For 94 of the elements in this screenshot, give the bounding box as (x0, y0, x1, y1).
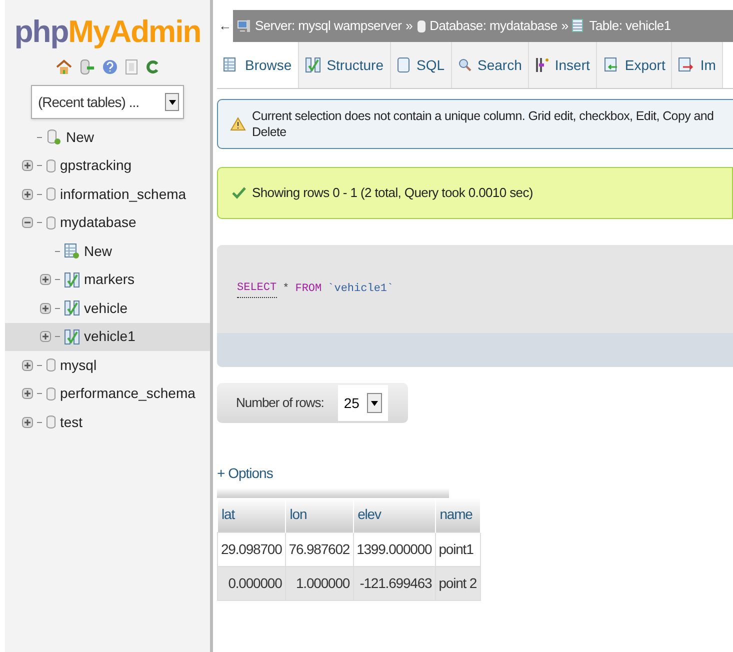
tree-label[interactable]: mydatabase (60, 212, 136, 234)
database-icon (46, 187, 56, 202)
table-add-icon (64, 243, 80, 260)
tree-item[interactable]: New (5, 123, 210, 152)
table-cell: -121.699463 (353, 566, 436, 600)
database-icon (46, 216, 56, 230)
sql-token: * (282, 282, 290, 297)
table-structure-icon (304, 57, 321, 73)
phpmyadmin-logo[interactable]: phpMyAdmin (5, 16, 210, 47)
expand-icon[interactable] (40, 274, 50, 286)
column-header[interactable]: elev (353, 498, 436, 532)
database-icon (416, 20, 426, 32)
success-message: Showing rows 0 - 1 (2 total, Query took 0.0010 sec) (217, 167, 733, 219)
database-icon (46, 158, 56, 173)
reload-icon[interactable] (146, 59, 160, 75)
table-structure-icon (64, 328, 80, 345)
tree-item[interactable]: gpstracking (5, 152, 210, 180)
expand-icon[interactable] (22, 416, 32, 428)
sql-token: FROM (295, 282, 322, 297)
tab[interactable]: Insert (528, 42, 597, 88)
tree-label[interactable]: markers (84, 269, 135, 290)
separator: » (561, 17, 568, 36)
tree-label[interactable]: vehicle (84, 298, 128, 319)
tab[interactable]: Im (672, 42, 723, 88)
tab[interactable]: Structure (298, 42, 390, 88)
expand-icon[interactable] (22, 160, 32, 172)
table-cell: point 2 (435, 566, 480, 600)
sql-token[interactable]: SELECT (237, 280, 277, 298)
rows-label: Number of rows: (236, 394, 324, 412)
collapse-icon[interactable] (22, 217, 32, 228)
tree-label[interactable]: New (84, 240, 112, 262)
insert-row-icon (534, 57, 549, 73)
column-header[interactable]: lon (285, 498, 354, 532)
tab[interactable]: Search (452, 42, 529, 88)
database-icon (46, 386, 56, 401)
database-icon (46, 358, 56, 372)
breadcrumb-link[interactable]: Server: mysql wampserver (255, 16, 402, 36)
table-cell: point1 (435, 532, 480, 566)
import-icon (678, 57, 694, 73)
warning-message: Current selection does not contain a unique column. Grid edit, checkbox, Edit, Copy and Delete (217, 99, 733, 149)
tree-item[interactable]: test (5, 408, 210, 436)
sql-token: `vehicle1` (328, 282, 394, 297)
table-structure-icon (64, 272, 80, 288)
rows-select[interactable]: 25 (338, 385, 388, 421)
database-icon (46, 415, 56, 430)
tree-item[interactable]: mysql (5, 351, 210, 380)
tree-item[interactable]: markers (5, 266, 210, 294)
caret-icon[interactable] (165, 93, 179, 111)
tree-label[interactable]: gpstracking (60, 155, 132, 176)
check-icon (232, 187, 246, 199)
table-cell: 1.000000 (285, 566, 354, 600)
table-cell: 29.098700 (218, 532, 286, 566)
table-structure-icon (64, 300, 80, 316)
tree-label[interactable]: test (60, 412, 83, 433)
table-icon (572, 19, 586, 33)
server-icon (237, 19, 251, 33)
recent-tables-dropdown[interactable]: (Recent tables) ... (31, 85, 184, 119)
column-header[interactable]: lat (218, 498, 286, 532)
expand-icon[interactable] (22, 388, 32, 400)
tree-label[interactable]: mysql (60, 354, 97, 376)
search-icon (458, 58, 472, 72)
expand-icon[interactable] (22, 360, 32, 371)
tree-item[interactable]: information_schema (5, 180, 210, 208)
caret-icon[interactable] (367, 393, 382, 413)
help-icon[interactable] (102, 59, 118, 75)
tab[interactable]: SQL (390, 42, 452, 88)
home-icon[interactable] (56, 59, 72, 75)
tree-label[interactable]: New (66, 126, 94, 148)
database-add-icon (46, 129, 62, 146)
expand-icon[interactable] (40, 302, 50, 314)
tree-item[interactable]: performance_schema (5, 380, 210, 408)
logout-icon[interactable] (78, 59, 94, 75)
back-button[interactable]: ← (217, 10, 233, 42)
tree-label[interactable]: performance_schema (60, 383, 196, 404)
options-link[interactable]: + Options (217, 463, 273, 484)
table-cell: 76.987602 (285, 532, 354, 566)
tree-item[interactable]: vehicle1 (5, 322, 210, 351)
tree-item[interactable]: New (5, 237, 210, 266)
tree-item[interactable]: vehicle (5, 294, 210, 322)
table-cell: 1399.000000 (353, 532, 436, 566)
table-cell: 0.000000 (218, 566, 286, 600)
breadcrumb-link[interactable]: Database: mydatabase (430, 16, 558, 36)
tab[interactable]: Export (596, 42, 672, 88)
column-header[interactable]: name (435, 498, 480, 532)
tree-item[interactable]: mydatabase (5, 208, 210, 237)
document-icon (396, 57, 410, 73)
breadcrumb-link[interactable]: Table: vehicle1 (589, 16, 671, 36)
export-icon (602, 57, 619, 73)
separator: » (406, 17, 413, 36)
expand-icon[interactable] (22, 188, 32, 200)
tree-label[interactable]: vehicle1 (84, 326, 136, 348)
tree-label[interactable]: information_schema (60, 184, 186, 205)
warning-icon (230, 117, 246, 131)
expand-icon[interactable] (40, 331, 50, 342)
